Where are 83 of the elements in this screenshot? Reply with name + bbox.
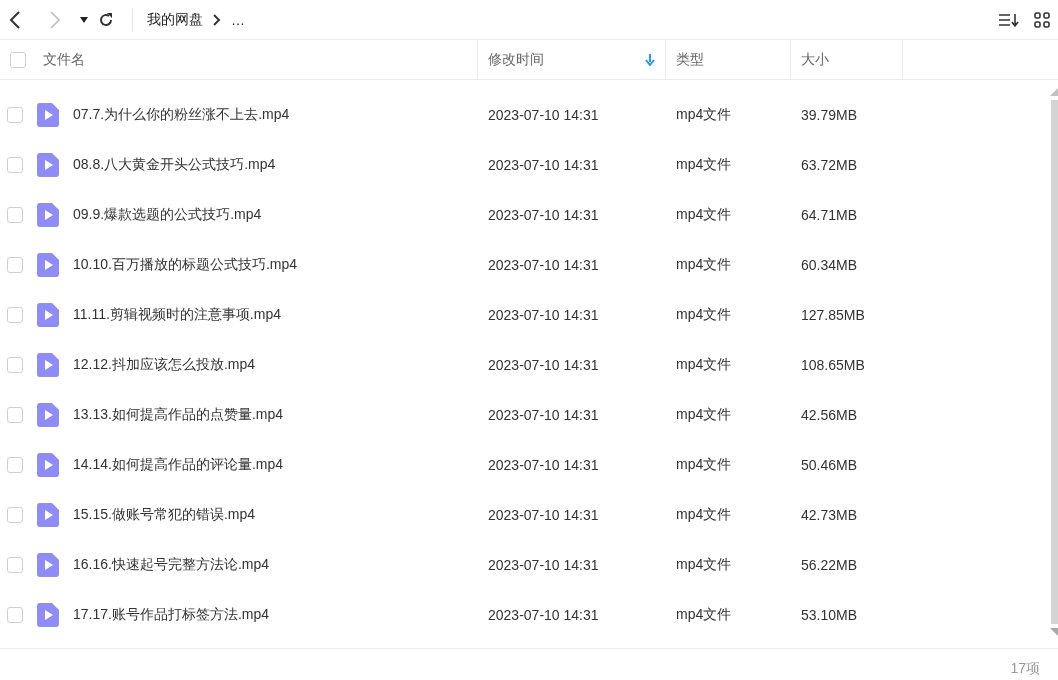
checkbox[interactable] [7, 257, 23, 273]
column-header[interactable]: 大小 [801, 40, 902, 79]
back-icon[interactable] [8, 10, 22, 29]
video-file-icon [37, 503, 59, 527]
checkbox[interactable] [7, 357, 23, 373]
breadcrumb-item[interactable]: … [231, 11, 245, 28]
modified-date: 2023-07-10 14:31 [487, 557, 600, 573]
column-header[interactable]: 文件名 [43, 40, 477, 79]
modified-date: 2023-07-10 14:31 [487, 357, 600, 373]
file-type: mp4文件 [675, 556, 733, 574]
file-name[interactable]: 08.8.八大黄金开头公式技巧.mp4 [73, 156, 276, 174]
modified-date: 2023-07-10 14:31 [487, 107, 600, 123]
file-type: mp4文件 [675, 456, 733, 474]
column-header[interactable]: 类型 [676, 40, 790, 79]
file-name[interactable]: 11.11.剪辑视频时的注意事项.mp4 [73, 306, 281, 324]
file-type: mp4文件 [675, 606, 733, 624]
modified-date: 2023-07-10 14:31 [487, 507, 600, 523]
file-size: 127.85MB [800, 307, 866, 323]
file-size: 64.71MB [800, 207, 859, 223]
file-type: mp4文件 [675, 356, 733, 374]
video-file-icon [37, 353, 59, 377]
file-type: mp4文件 [675, 306, 733, 324]
modified-date: 2023-07-10 14:31 [487, 607, 600, 623]
video-file-icon [37, 153, 59, 177]
modified-date: 2023-07-10 14:31 [487, 157, 600, 173]
video-file-icon [37, 453, 59, 477]
modified-date: 2023-07-10 14:31 [487, 307, 600, 323]
checkbox[interactable] [10, 51, 26, 68]
video-file-icon [37, 303, 59, 327]
file-type: mp4文件 [675, 206, 733, 224]
checkbox[interactable] [7, 207, 23, 223]
checkbox[interactable] [7, 507, 23, 523]
breadcrumb-item[interactable]: 我的网盘 [147, 10, 203, 29]
file-name[interactable]: 07.7.为什么你的粉丝涨不上去.mp4 [73, 106, 290, 124]
modified-date: 2023-07-10 14:31 [487, 257, 600, 273]
file-name[interactable]: 09.9.爆款选题的公式技巧.mp4 [73, 206, 262, 224]
chevron-icon [213, 13, 221, 26]
file-name[interactable]: 13.13.如何提高作品的点赞量.mp4 [73, 406, 284, 424]
video-file-icon [37, 403, 59, 427]
file-size: 56.22MB [800, 557, 859, 573]
file-size: 60.34MB [800, 257, 859, 273]
video-file-icon [37, 553, 59, 577]
file-type: mp4文件 [675, 406, 733, 424]
file-size: 53.10MB [800, 607, 859, 623]
column-header[interactable]: 修改时间 [488, 40, 665, 79]
checkbox[interactable] [7, 557, 23, 573]
checkbox[interactable] [7, 107, 23, 123]
file-name[interactable]: 12.12.抖加应该怎么投放.mp4 [73, 356, 256, 374]
video-file-icon [37, 253, 59, 277]
checkbox[interactable] [7, 457, 23, 473]
file-size: 63.72MB [800, 157, 859, 173]
modified-date: 2023-07-10 14:31 [487, 457, 600, 473]
file-size: 42.56MB [800, 407, 859, 423]
file-name[interactable]: 17.17.账号作品打标签方法.mp4 [73, 606, 270, 624]
checkbox[interactable] [7, 307, 23, 323]
file-size: 108.65MB [800, 357, 866, 373]
sort-descending-icon [645, 53, 655, 66]
dropdown-icon[interactable] [80, 16, 88, 23]
scrollbar[interactable] [1050, 88, 1058, 636]
file-name[interactable]: 14.14.如何提高作品的评论量.mp4 [73, 456, 284, 474]
modified-date: 2023-07-10 14:31 [487, 207, 600, 223]
modified-date: 2023-07-10 14:31 [487, 407, 600, 423]
file-type: mp4文件 [675, 506, 733, 524]
file-size: 39.79MB [800, 107, 859, 123]
grid-view-icon[interactable] [1034, 11, 1050, 28]
file-size: 50.46MB [800, 457, 859, 473]
file-name[interactable]: 15.15.做账号常犯的错误.mp4 [73, 506, 256, 524]
video-file-icon [37, 203, 59, 227]
file-name[interactable]: 16.16.快速起号完整方法论.mp4 [73, 556, 270, 574]
video-file-icon [37, 603, 59, 627]
checkbox[interactable] [7, 407, 23, 423]
item-count: 17项 [1010, 660, 1040, 678]
video-file-icon [37, 103, 59, 127]
forward-icon[interactable] [48, 10, 62, 29]
sort-icon[interactable] [998, 11, 1020, 28]
file-size: 42.73MB [800, 507, 859, 523]
checkbox[interactable] [7, 157, 23, 173]
refresh-icon[interactable] [98, 11, 114, 28]
file-type: mp4文件 [675, 106, 733, 124]
checkbox[interactable] [7, 607, 23, 623]
file-type: mp4文件 [675, 156, 733, 174]
file-type: mp4文件 [675, 256, 733, 274]
file-name[interactable]: 10.10.百万播放的标题公式技巧.mp4 [73, 256, 298, 274]
